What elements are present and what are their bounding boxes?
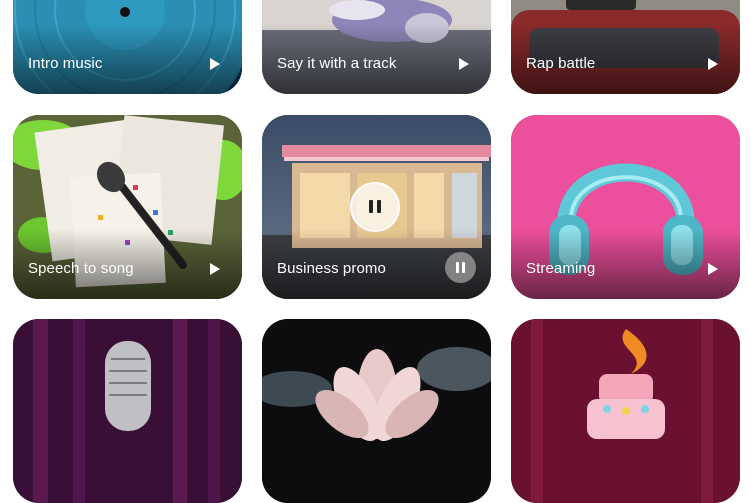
card-vintage-microphone[interactable]	[13, 319, 242, 503]
play-icon[interactable]	[459, 58, 469, 70]
pause-overlay-button[interactable]	[350, 182, 400, 232]
card-title: Business promo	[277, 260, 386, 277]
card-title: Say it with a track	[277, 55, 397, 72]
lotus-artwork	[262, 319, 491, 503]
card-intro-music[interactable]: Intro music	[13, 0, 242, 94]
card-streaming[interactable]: Streaming	[511, 115, 740, 299]
card-title: Streaming	[526, 260, 596, 277]
card-speech-to-song[interactable]: Speech to song	[13, 115, 242, 299]
card-business-promo[interactable]: Business promo	[262, 115, 491, 299]
card-title: Rap battle	[526, 55, 596, 72]
play-icon[interactable]	[708, 263, 718, 275]
prompt-card-grid: Intro music Say it with a track Rap batt…	[0, 0, 750, 503]
card-title: Speech to song	[28, 260, 134, 277]
vintage-microphone-artwork	[13, 319, 242, 503]
card-cake[interactable]	[511, 319, 740, 503]
play-icon[interactable]	[210, 58, 220, 70]
play-icon[interactable]	[708, 58, 718, 70]
card-title: Intro music	[28, 55, 103, 72]
card-lotus[interactable]	[262, 319, 491, 503]
cake-artwork	[511, 319, 740, 503]
play-icon[interactable]	[210, 263, 220, 275]
card-rap-battle[interactable]: Rap battle	[511, 0, 740, 94]
card-say-it-with-a-track[interactable]: Say it with a track	[262, 0, 491, 94]
pause-icon[interactable]	[445, 252, 476, 283]
